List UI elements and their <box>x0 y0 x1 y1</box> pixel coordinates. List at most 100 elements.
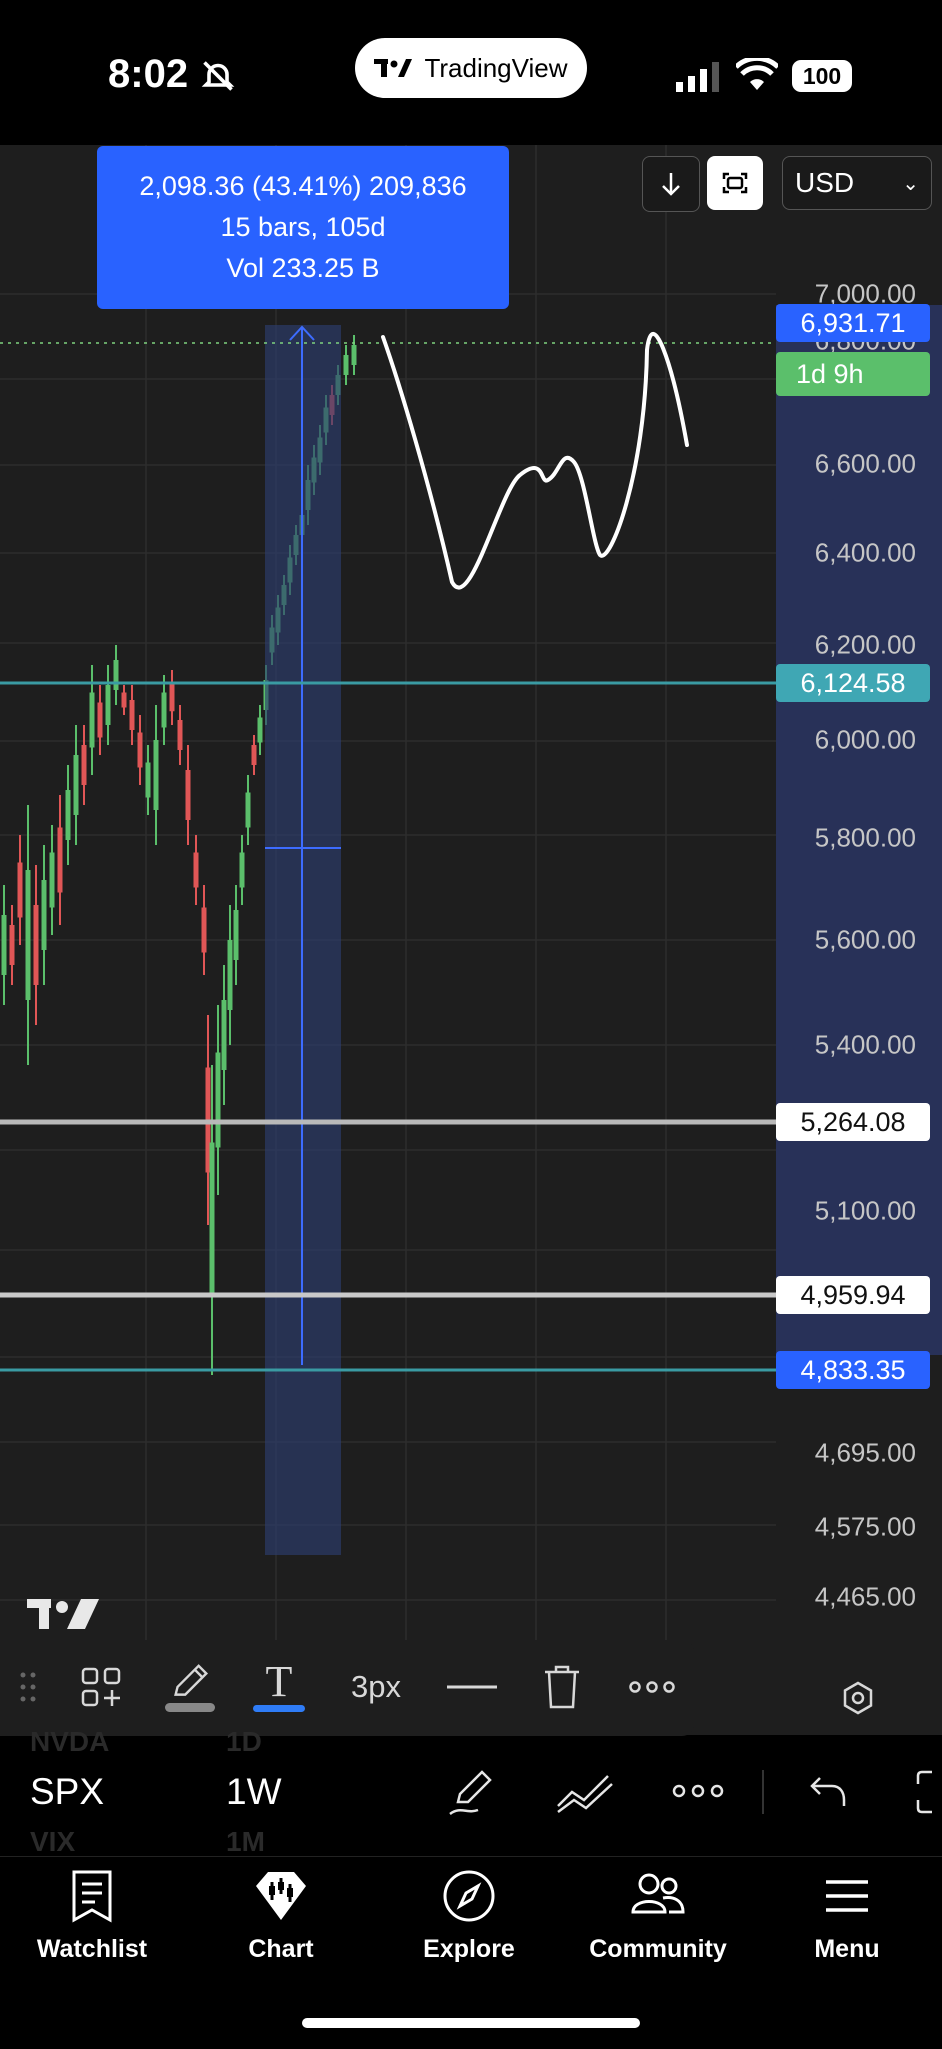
nav-watchlist-label: Watchlist <box>36 1935 148 1963</box>
measure-line-3: Vol 233.25 B <box>226 253 380 283</box>
compass-icon <box>443 1870 495 1922</box>
price-tick-label: 5,400.00 <box>814 1029 916 1060</box>
price-tick-label: 6,200.00 <box>814 629 916 660</box>
candle-body <box>145 762 151 798</box>
price-tick-label: 6,600.00 <box>814 448 916 479</box>
draw-tool-button[interactable] <box>446 1766 498 1823</box>
mute-bell-icon <box>200 58 236 99</box>
more-horizontal-icon <box>672 1784 724 1798</box>
candle-body <box>209 1142 215 1298</box>
app-pill-label: TradingView <box>424 52 568 83</box>
fullscreen-toggle-button[interactable] <box>707 156 763 210</box>
freehand-drawing[interactable] <box>381 332 689 590</box>
nav-chart[interactable] <box>196 1868 366 1929</box>
candle-body <box>351 345 357 365</box>
price-tick-label: 5,600.00 <box>814 924 916 955</box>
candle-body <box>105 685 111 725</box>
last-price-tag: 6,931.71 <box>776 304 930 342</box>
tv-watermark-icon <box>27 1599 99 1629</box>
nav-explore[interactable] <box>384 1868 554 1929</box>
toolbar-divider <box>762 1770 764 1814</box>
level-tag-2: 5,264.08 <box>776 1103 930 1141</box>
price-tick-label: 4,695.00 <box>814 1437 916 1468</box>
candle-body <box>251 745 257 765</box>
undo-button[interactable] <box>808 1772 848 1817</box>
drag-handle-icon[interactable] <box>16 1662 40 1712</box>
more-icon[interactable] <box>628 1662 676 1712</box>
price-tick-label: 4,575.00 <box>814 1511 916 1542</box>
interval-selector[interactable]: 1W <box>226 1771 282 1813</box>
candle-body <box>215 1052 221 1148</box>
nav-watchlist[interactable] <box>7 1868 177 1929</box>
trend-lines-icon <box>557 1775 613 1813</box>
nav-explore-label: Explore <box>423 1935 515 1963</box>
app-indicator-pill[interactable]: TradingView <box>355 38 587 98</box>
candle-body <box>343 355 349 375</box>
currency-selector[interactable]: USD ⌄ <box>782 156 932 210</box>
price-tick-label: 5,100.00 <box>814 1195 916 1226</box>
arrow-down-icon <box>662 173 680 196</box>
candle-body <box>113 660 119 690</box>
candle-body <box>221 1000 227 1070</box>
tradingview-logo-icon <box>374 59 413 77</box>
symbol-selector[interactable]: SPX <box>30 1771 104 1813</box>
countdown-tag: 1d 9h <box>776 352 930 396</box>
candle-body <box>169 683 175 712</box>
price-tick-label: 5,800.00 <box>814 822 916 853</box>
candle-body <box>161 692 167 728</box>
candle-body <box>121 692 127 708</box>
trash-icon[interactable] <box>540 1662 584 1712</box>
ghost-symbol-below: VIX <box>30 1826 76 1857</box>
fullscreen-button[interactable] <box>916 1768 942 1821</box>
chart-icon <box>256 1872 306 1920</box>
symbol-more-button[interactable] <box>672 1784 724 1803</box>
nav-community-label: Community <box>589 1935 727 1963</box>
battery-indicator: 100 <box>792 60 852 92</box>
nav-menu-label: Menu <box>814 1935 880 1963</box>
indicators-button[interactable] <box>556 1770 614 1819</box>
price-tick-label: 6,000.00 <box>814 724 916 755</box>
ghost-interval-above: 1D <box>226 1726 262 1757</box>
nav-menu[interactable] <box>762 1868 932 1929</box>
frame-icon <box>722 172 748 194</box>
candle-body <box>41 880 47 950</box>
currency-label: USD <box>795 167 855 198</box>
candle-body <box>193 852 199 888</box>
level-tag-1: 6,124.58 <box>776 664 930 702</box>
measure-tooltip: 2,098.36 (43.41%) 209,836 15 bars, 105d … <box>97 146 509 309</box>
nav-community[interactable] <box>573 1868 743 1929</box>
candle-body <box>137 732 143 768</box>
price-tick-label: 6,400.00 <box>814 537 916 568</box>
candle-body <box>25 870 31 1000</box>
measure-line-1: 2,098.36 (43.41%) 209,836 <box>139 171 467 201</box>
candle-body <box>81 745 87 785</box>
nav-chart-label: Chart <box>248 1935 314 1963</box>
status-time: 8:02 <box>108 52 189 96</box>
stroke-width-selector[interactable]: 3px <box>344 1662 408 1712</box>
pencil-icon[interactable] <box>163 1662 217 1712</box>
text-tool-icon[interactable]: T <box>252 1660 306 1712</box>
candle-body <box>185 770 191 820</box>
line-style-icon[interactable] <box>446 1662 498 1712</box>
wifi-icon <box>734 55 780 97</box>
menu-icon <box>826 1880 868 1912</box>
candle-body <box>33 905 39 985</box>
ghost-interval-below: 1M <box>226 1826 265 1857</box>
candle-body <box>89 692 95 748</box>
scroll-to-latest-button[interactable] <box>642 156 700 212</box>
candle-body <box>257 717 263 743</box>
ghost-symbol-above: NVDA <box>30 1726 110 1757</box>
add-object-icon[interactable] <box>78 1662 124 1712</box>
candle-body <box>9 925 15 965</box>
undo-icon <box>810 1777 846 1806</box>
candle-body <box>73 755 79 815</box>
watchlist-icon <box>72 1870 112 1923</box>
candle-body <box>129 700 135 730</box>
level-tag-3: 4,959.94 <box>776 1276 930 1314</box>
candle-body <box>97 702 103 738</box>
candle-body <box>233 910 239 960</box>
home-indicator <box>302 2018 640 2028</box>
candle-body <box>239 852 245 888</box>
settings-hex-icon[interactable] <box>840 1680 876 1721</box>
candle-body <box>201 907 207 953</box>
